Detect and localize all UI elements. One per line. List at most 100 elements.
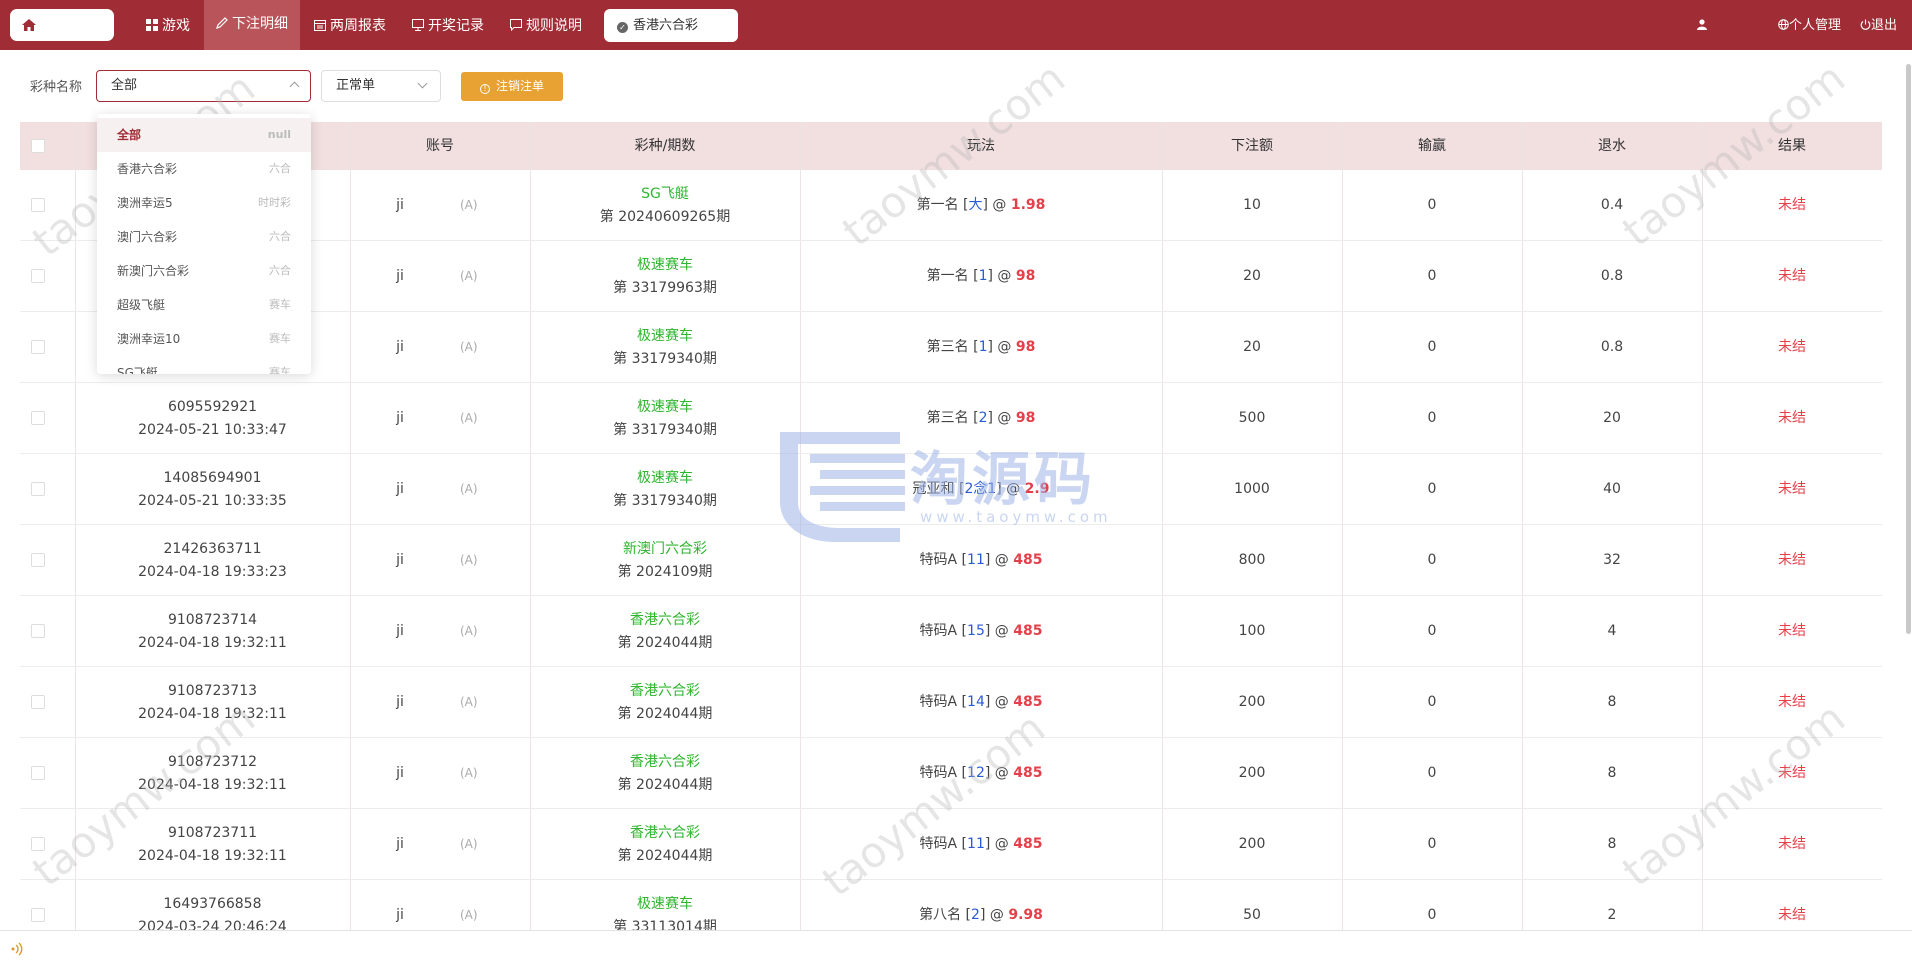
lottery-name[interactable]: 极速赛车	[530, 396, 800, 419]
nav-rules[interactable]: 规则说明	[510, 0, 582, 50]
play-pick: 1	[978, 339, 988, 355]
lottery-select[interactable]: 全部	[96, 70, 311, 102]
nav-bet-details[interactable]: 下注明细	[204, 0, 300, 50]
header-play: 玩法	[967, 138, 995, 154]
dropdown-option[interactable]: 香港六合彩 六合	[97, 152, 311, 186]
play-name: 特码A	[919, 765, 958, 781]
row-checkbox[interactable]	[31, 908, 45, 922]
lottery-name[interactable]: 极速赛车	[530, 325, 800, 348]
dropdown-option[interactable]: 澳洲幸运5 时时彩	[97, 186, 311, 220]
result-cell: 未结	[1778, 694, 1806, 710]
sound-icon[interactable]	[10, 941, 26, 957]
lottery-period: 第 2024044期	[617, 706, 713, 722]
play-odds: 485	[1013, 552, 1043, 568]
result-cell: 未结	[1778, 481, 1806, 497]
nav-weekly-report-label: 两周报表	[330, 18, 386, 34]
play-pick: 11	[967, 836, 985, 852]
dropdown-option-label: 澳洲幸运5	[117, 196, 173, 210]
lottery-name[interactable]: 香港六合彩	[530, 680, 800, 703]
result-cell: 未结	[1778, 623, 1806, 639]
lottery-name[interactable]: 香港六合彩	[530, 822, 800, 845]
dropdown-option-label: 澳门六合彩	[117, 230, 178, 244]
account-cell: ji	[350, 738, 450, 809]
amount-cell: 20	[1243, 339, 1261, 355]
order-cell: 14085694901 2024-05-21 10:33:35	[75, 454, 350, 525]
row-checkbox[interactable]	[31, 411, 45, 425]
page-scrollbar[interactable]	[1906, 64, 1911, 634]
play-pick: 2念1	[964, 481, 997, 497]
order-cell: 21426363711 2024-04-18 19:33:23	[75, 525, 350, 596]
row-checkbox[interactable]	[31, 837, 45, 851]
account-level-tag: (A)	[460, 766, 478, 780]
play-odds: 485	[1013, 623, 1043, 639]
order-number: 21426363711	[163, 541, 262, 557]
dropdown-option[interactable]: 澳门六合彩 六合	[97, 220, 311, 254]
top-navbar: 游戏 下注明细 两周报表 开奖记录 规则说明 ✓ 香港六合彩 个人管理 退出	[0, 0, 1912, 50]
lottery-name[interactable]: 极速赛车	[530, 893, 800, 916]
user-icon-button[interactable]	[1697, 0, 1707, 50]
row-checkbox[interactable]	[31, 553, 45, 567]
nav-games[interactable]: 游戏	[146, 0, 190, 50]
order-type-select[interactable]: 正常单	[321, 70, 441, 102]
lottery-name-label: 彩种名称	[30, 80, 83, 95]
account-name: ji	[396, 765, 404, 781]
account-name: ji	[396, 197, 404, 213]
lottery-selector[interactable]: ✓ 香港六合彩	[604, 9, 738, 42]
table-row: 9108723713 2024-04-18 19:32:11 ji (A) 香港六合彩第…	[20, 667, 1882, 738]
row-checkbox[interactable]	[31, 766, 45, 780]
amount-cell: 20	[1243, 268, 1261, 284]
play-cell: 特码A [14] @ 485	[919, 694, 1043, 710]
order-cell: 9108723714 2024-04-18 19:32:11	[75, 596, 350, 667]
amount-cell: 1000	[1234, 481, 1270, 497]
rebate-cell: 8	[1607, 765, 1617, 781]
order-time: 2024-04-18 19:32:11	[138, 777, 287, 793]
order-number: 6095592921	[167, 399, 258, 415]
row-checkbox[interactable]	[31, 695, 45, 709]
account-cell: ji	[350, 809, 450, 880]
dropdown-option[interactable]: 全部 null	[97, 118, 311, 152]
row-checkbox[interactable]	[31, 340, 45, 354]
power-icon	[1860, 19, 1871, 30]
order-number: 9108723712	[167, 754, 258, 770]
nav-bet-details-label: 下注明细	[232, 16, 288, 32]
dropdown-option[interactable]: SG飞艇 赛车	[97, 356, 311, 374]
row-checkbox[interactable]	[31, 198, 45, 212]
cancel-bets-button[interactable]: ! 注销注单	[461, 72, 563, 101]
rebate-cell: 0.8	[1600, 268, 1624, 284]
lottery-period: 第 2024044期	[617, 777, 713, 793]
order-cell: 6095592921 2024-05-21 10:33:47	[75, 383, 350, 454]
play-odds: 1.98	[1010, 197, 1046, 213]
home-button[interactable]	[10, 9, 114, 41]
lottery-period: 第 2024109期	[617, 564, 713, 580]
dropdown-option[interactable]: 超级飞艇 赛车	[97, 288, 311, 322]
header-lottery-period: 彩种/期数	[634, 138, 696, 154]
nav-weekly-report[interactable]: 两周报表	[314, 0, 386, 50]
account-name: ji	[396, 268, 404, 284]
row-checkbox[interactable]	[31, 269, 45, 283]
lottery-name[interactable]: 极速赛车	[530, 254, 800, 277]
order-time: 2024-04-18 19:33:23	[138, 564, 287, 580]
row-checkbox[interactable]	[31, 482, 45, 496]
rebate-cell: 40	[1603, 481, 1621, 497]
lottery-period: 第 2024044期	[617, 848, 713, 864]
header-account: 账号	[426, 138, 454, 154]
lottery-name[interactable]: 香港六合彩	[530, 609, 800, 632]
dropdown-option-label: 澳洲幸运10	[117, 332, 181, 346]
personal-management-link[interactable]: 个人管理	[1778, 0, 1841, 50]
lottery-name[interactable]: SG飞艇	[530, 183, 800, 206]
nav-draw-records-label: 开奖记录	[428, 18, 484, 34]
row-checkbox[interactable]	[31, 624, 45, 638]
dropdown-option-tag: 六合	[269, 230, 291, 243]
dropdown-option[interactable]: 澳洲幸运10 赛车	[97, 322, 311, 356]
nav-draw-records[interactable]: 开奖记录	[412, 0, 484, 50]
lottery-name[interactable]: 新澳门六合彩	[530, 538, 800, 561]
select-all-checkbox[interactable]	[31, 139, 45, 153]
lottery-name[interactable]: 香港六合彩	[530, 751, 800, 774]
order-time: 2024-04-18 19:32:11	[138, 706, 287, 722]
logout-link[interactable]: 退出	[1860, 0, 1897, 50]
lottery-period: 第 33179340期	[613, 422, 717, 438]
lottery-name[interactable]: 极速赛车	[530, 467, 800, 490]
lottery-period: 第 20240609265期	[599, 209, 731, 225]
dropdown-option[interactable]: 新澳门六合彩 六合	[97, 254, 311, 288]
bottom-bar	[0, 930, 1912, 966]
